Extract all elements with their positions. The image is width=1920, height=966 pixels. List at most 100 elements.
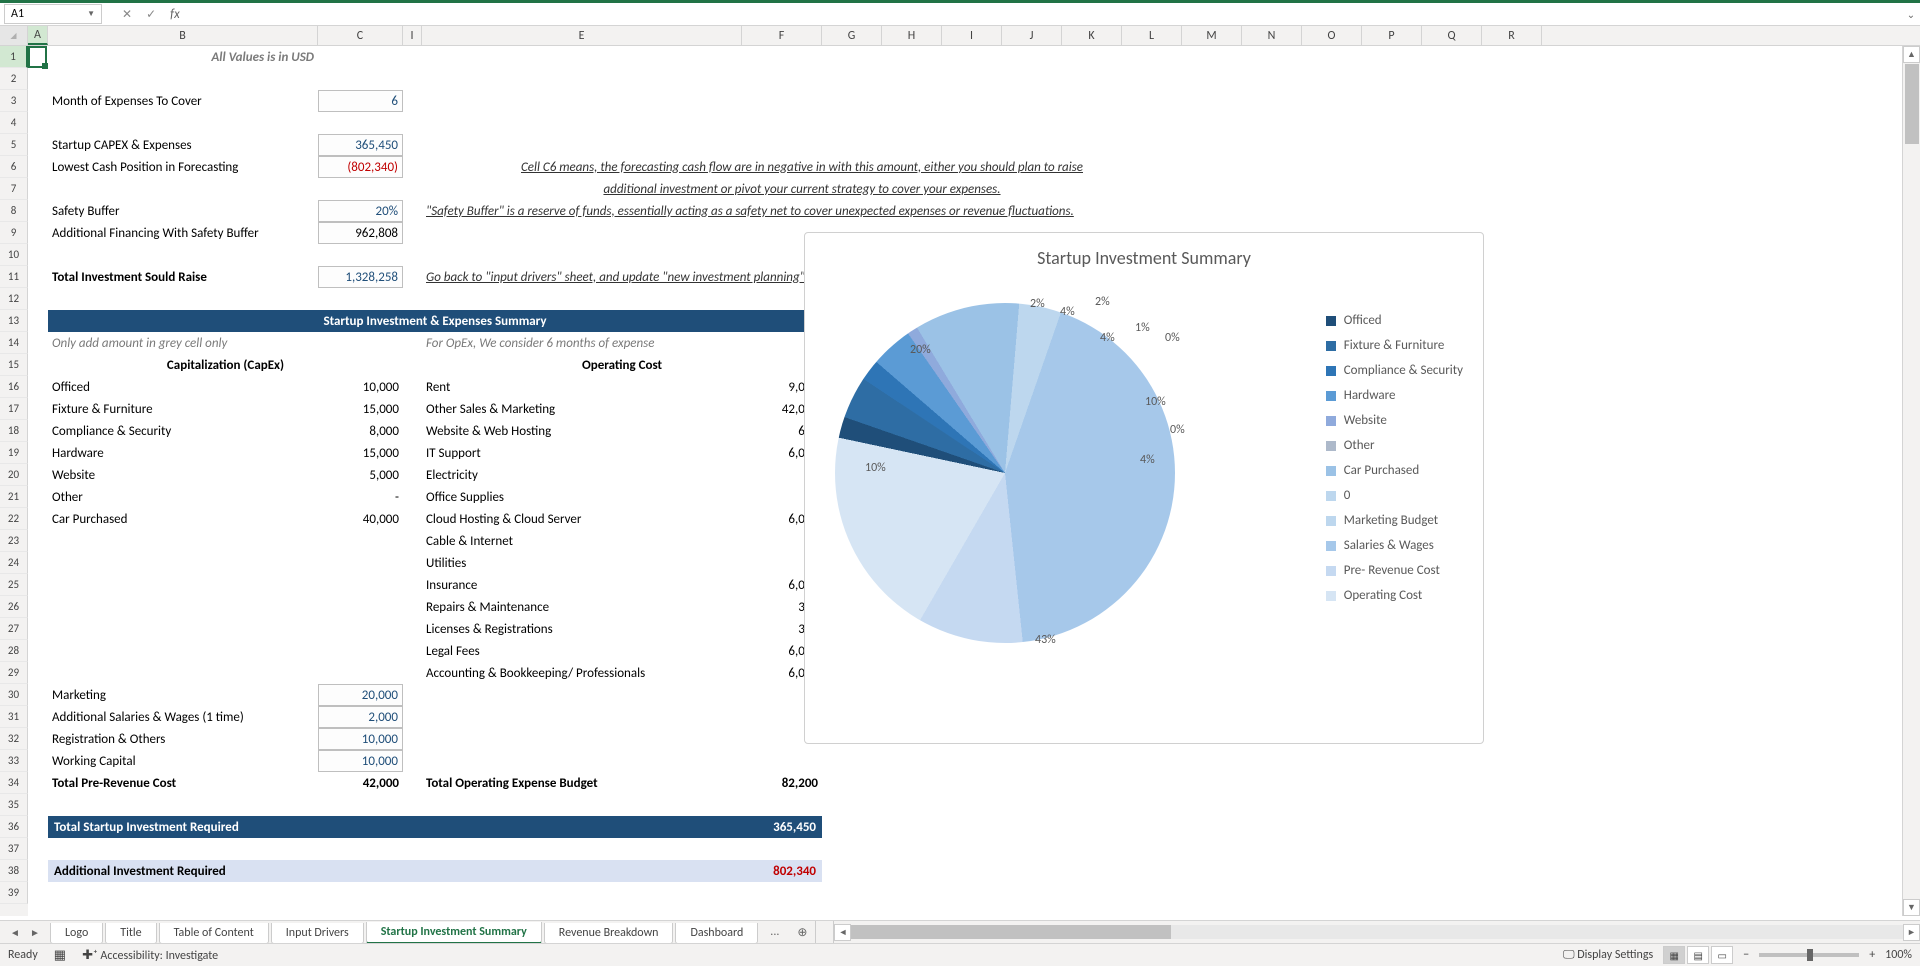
row-header-3[interactable]: 3 (0, 90, 28, 112)
col-header-O[interactable]: O (1302, 26, 1362, 45)
col-header-E[interactable]: E (422, 26, 742, 45)
row-header-35[interactable]: 35 (0, 794, 28, 816)
zoom-in-icon[interactable]: + (1869, 948, 1875, 962)
row-header-25[interactable]: 25 (0, 574, 28, 596)
col-header-I[interactable]: I (403, 26, 422, 45)
row-header-29[interactable]: 29 (0, 662, 28, 684)
display-settings[interactable]: 🖵 Display Settings (1563, 948, 1653, 962)
sheet-tab-startup-investment-summary[interactable]: Startup Investment Summary (366, 922, 542, 944)
legend-label: Marketing Budget (1344, 513, 1438, 528)
legend-label: Pre- Revenue Cost (1344, 563, 1440, 578)
row-header-4[interactable]: 4 (0, 112, 28, 134)
zoom-slider[interactable] (1759, 953, 1859, 957)
row-header-7[interactable]: 7 (0, 178, 28, 200)
row-header-5[interactable]: 5 (0, 134, 28, 156)
row-header-31[interactable]: 31 (0, 706, 28, 728)
row-header-36[interactable]: 36 (0, 816, 28, 838)
view-normal-icon[interactable]: ▦ (1663, 946, 1685, 964)
row-header-8[interactable]: 8 (0, 200, 28, 222)
sheet-tab-table-of-content[interactable]: Table of Content (159, 923, 269, 944)
scroll-thumb[interactable] (1905, 64, 1919, 144)
col-header-A[interactable]: A (28, 26, 48, 45)
name-box[interactable]: A1 ▼ (4, 4, 102, 24)
legend-swatch (1326, 416, 1336, 426)
row-header-10[interactable]: 10 (0, 244, 28, 266)
scroll-down-icon[interactable]: ▼ (1903, 899, 1920, 916)
formula-expand-icon[interactable]: ⌄ (1902, 8, 1920, 21)
row-header-12[interactable]: 12 (0, 288, 28, 310)
col-header-R[interactable]: R (1482, 26, 1542, 45)
row-header-38[interactable]: 38 (0, 860, 28, 882)
row-header-39[interactable]: 39 (0, 882, 28, 904)
tab-nav-first-icon[interactable]: ◄ (8, 926, 22, 939)
col-header-J[interactable]: J (1002, 26, 1062, 45)
row-header-15[interactable]: 15 (0, 354, 28, 376)
sheet-tab-title[interactable]: Title (105, 923, 156, 944)
row-header-23[interactable]: 23 (0, 530, 28, 552)
col-header-C[interactable]: C (318, 26, 403, 45)
chart[interactable]: Startup Investment Summary 2%4%2%4%1%0%1… (804, 232, 1484, 744)
tab-nav-next-icon[interactable]: ► (28, 926, 42, 939)
row-header-13[interactable]: 13 (0, 310, 28, 332)
zoom-out-icon[interactable]: − (1743, 948, 1749, 962)
col-header-Q[interactable]: Q (1422, 26, 1482, 45)
formula-input[interactable] (192, 4, 1902, 24)
row-header-26[interactable]: 26 (0, 596, 28, 618)
col-header-I[interactable]: I (942, 26, 1002, 45)
row-header-11[interactable]: 11 (0, 266, 28, 288)
scroll-right-icon[interactable]: ► (1903, 924, 1920, 941)
add-sheet-icon[interactable]: ⊕ (789, 922, 815, 943)
row-header-1[interactable]: 1 (0, 46, 28, 68)
col-header-P[interactable]: P (1362, 26, 1422, 45)
row-header-33[interactable]: 33 (0, 750, 28, 772)
col-header-G[interactable]: G (822, 26, 882, 45)
title-note[interactable]: All Values is in USD (48, 46, 318, 68)
row-header-32[interactable]: 32 (0, 728, 28, 750)
cancel-icon[interactable]: ✕ (122, 7, 132, 22)
row-header-22[interactable]: 22 (0, 508, 28, 530)
view-page-break-icon[interactable]: ▭ (1711, 946, 1733, 964)
col-header-B[interactable]: B (48, 26, 318, 45)
row-header-30[interactable]: 30 (0, 684, 28, 706)
col-header-F[interactable]: F (742, 26, 822, 45)
row-header-37[interactable]: 37 (0, 838, 28, 860)
macro-icon[interactable]: ▦ (54, 948, 66, 963)
row-header-19[interactable]: 19 (0, 442, 28, 464)
row-header-34[interactable]: 34 (0, 772, 28, 794)
row-header-28[interactable]: 28 (0, 640, 28, 662)
sheet-tab-input-drivers[interactable]: Input Drivers (271, 923, 364, 944)
select-all-corner[interactable] (0, 26, 28, 45)
scroll-up-icon[interactable]: ▲ (1903, 46, 1920, 63)
row-header-27[interactable]: 27 (0, 618, 28, 640)
horizontal-scrollbar[interactable]: ◄ ► (833, 921, 1920, 943)
col-header-H[interactable]: H (882, 26, 942, 45)
confirm-icon[interactable]: ✓ (146, 7, 156, 22)
hscroll-thumb[interactable] (851, 925, 1171, 939)
legend-label: Hardware (1344, 388, 1396, 403)
accessibility-status[interactable]: ✚⁺ Accessibility: Investigate (82, 948, 218, 963)
zoom-level[interactable]: 100% (1885, 948, 1912, 962)
row-header-24[interactable]: 24 (0, 552, 28, 574)
vertical-scrollbar[interactable]: ▲ ▼ (1902, 46, 1920, 916)
row-header-16[interactable]: 16 (0, 376, 28, 398)
row-header-21[interactable]: 21 (0, 486, 28, 508)
col-header-M[interactable]: M (1182, 26, 1242, 45)
name-box-dropdown-icon[interactable]: ▼ (87, 9, 95, 19)
row-header-9[interactable]: 9 (0, 222, 28, 244)
row-header-6[interactable]: 6 (0, 156, 28, 178)
sheet-tab-dashboard[interactable]: Dashboard (675, 923, 758, 944)
row-header-17[interactable]: 17 (0, 398, 28, 420)
row-header-20[interactable]: 20 (0, 464, 28, 486)
view-page-layout-icon[interactable]: ▤ (1687, 946, 1709, 964)
sheet-tab-logo[interactable]: Logo (50, 923, 103, 944)
row-header-18[interactable]: 18 (0, 420, 28, 442)
tab-more[interactable]: ... (760, 922, 789, 942)
sheet-tab-revenue-breakdown[interactable]: Revenue Breakdown (544, 923, 674, 944)
col-header-K[interactable]: K (1062, 26, 1122, 45)
col-header-L[interactable]: L (1122, 26, 1182, 45)
col-header-N[interactable]: N (1242, 26, 1302, 45)
scroll-left-icon[interactable]: ◄ (834, 924, 851, 941)
row-header-14[interactable]: 14 (0, 332, 28, 354)
fx-icon[interactable]: fx (170, 7, 180, 22)
row-header-2[interactable]: 2 (0, 68, 28, 90)
